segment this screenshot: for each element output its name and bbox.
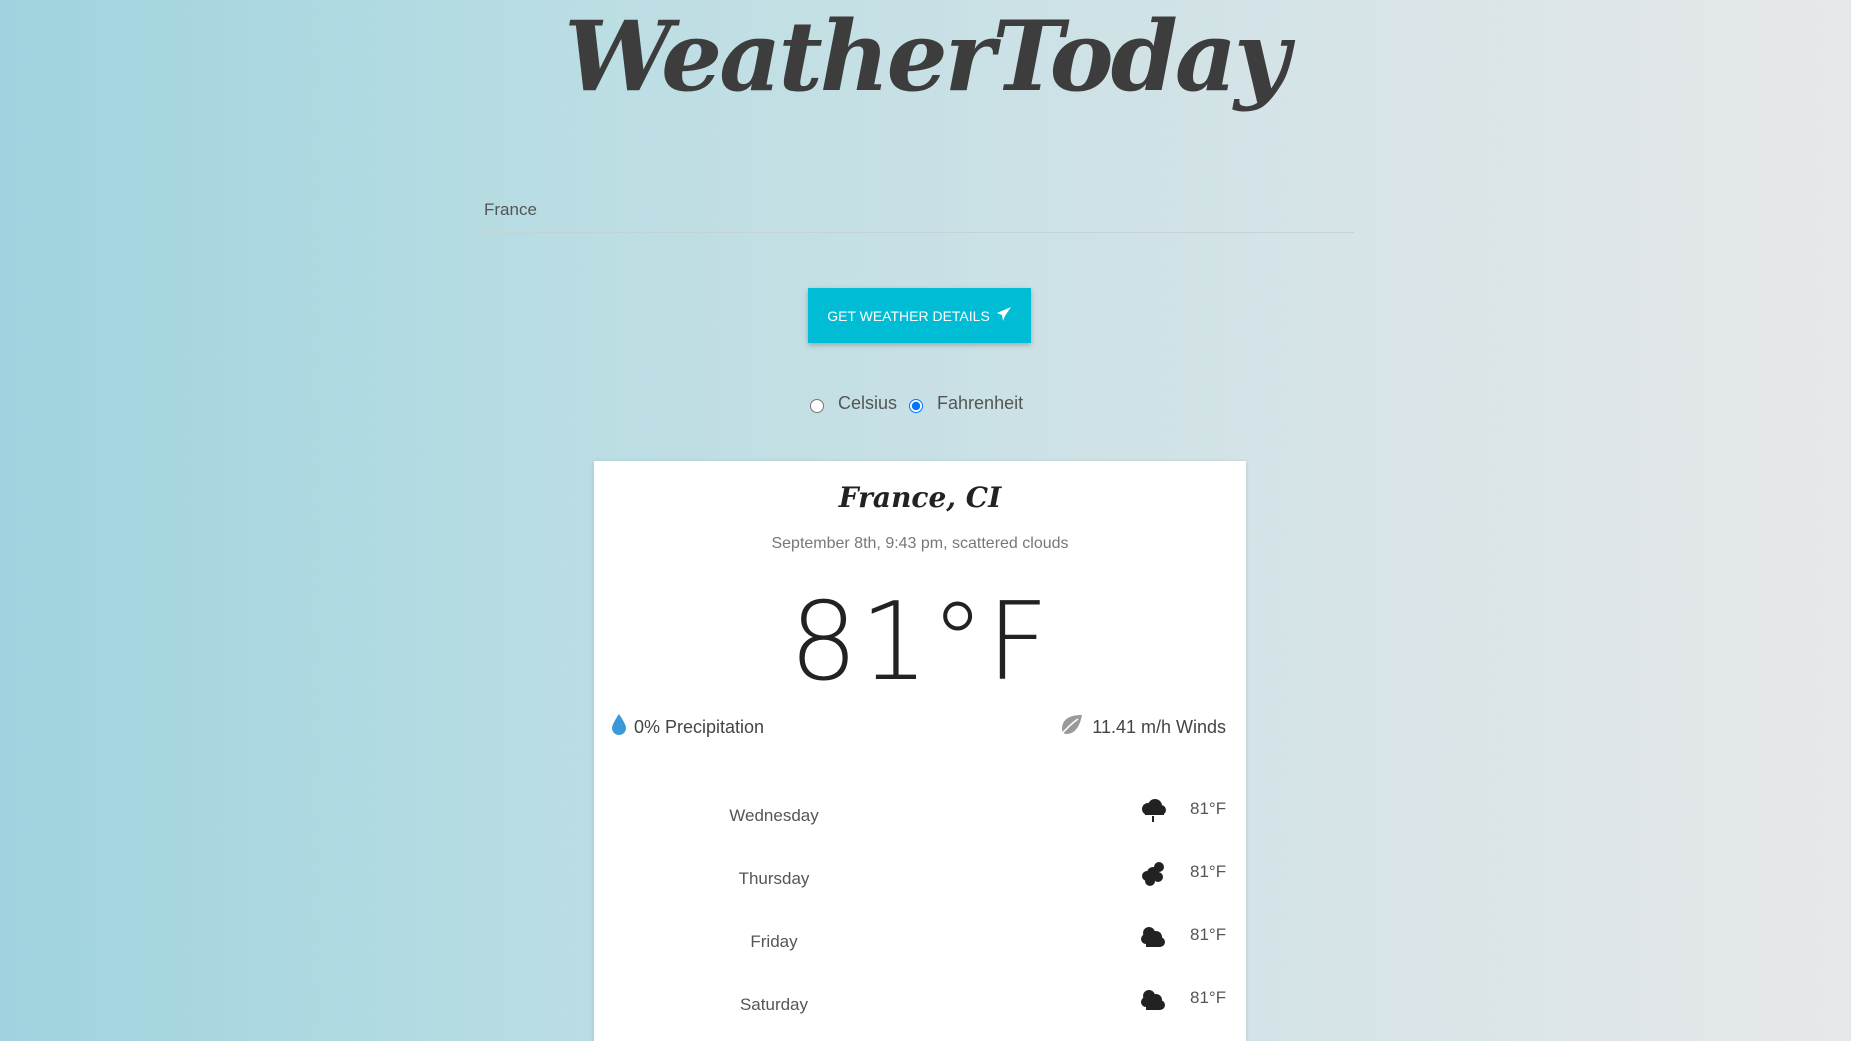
forecast-temp: 81°F: [1190, 988, 1227, 1007]
fahrenheit-radio[interactable]: [909, 399, 924, 413]
winds-text: 11.41 m/h Winds: [1092, 717, 1226, 737]
forecast-temp: 81°F: [1190, 925, 1227, 944]
location-title: France, CI: [838, 481, 1002, 514]
forecast-list: Wednesday 81°F Thursday 81°F Friday 81°F…: [594, 796, 1246, 1041]
celsius-radio[interactable]: [810, 399, 824, 413]
precipitation: 0% Precipitation: [610, 713, 764, 742]
rain-cloud-icon: [1138, 796, 1168, 831]
forecast-day: Thursday: [738, 869, 810, 888]
button-label: GET WEATHER DETAILS: [827, 307, 990, 324]
forecast-row: Wednesday 81°F: [594, 796, 1246, 859]
celsius-label: Celsius: [838, 392, 898, 413]
current-temperature: 81°F: [789, 580, 1051, 705]
weather-card: France, CI September 8th, 9:43 pm, scatt…: [594, 461, 1246, 1041]
celsius-option[interactable]: Celsius: [810, 393, 909, 414]
clouds-icon: [1138, 922, 1168, 957]
forecast-row: Saturday 81°F: [594, 985, 1246, 1041]
unit-selector: Celsius Fahrenheit: [810, 388, 1035, 418]
forecast-temp: 81°F: [1190, 862, 1227, 881]
forecast-row: Thursday 81°F: [594, 859, 1246, 922]
forecast-day: Wednesday: [729, 806, 819, 825]
raindrop-icon: [610, 713, 628, 742]
partly-cloudy-icon: [1138, 859, 1168, 894]
fahrenheit-label: Fahrenheit: [937, 392, 1024, 413]
paper-plane-icon: [996, 306, 1012, 325]
clouds-icon: [1138, 985, 1168, 1020]
forecast-row: Friday 81°F: [594, 922, 1246, 985]
forecast-day: Saturday: [739, 995, 809, 1014]
forecast-temp: 81°F: [1190, 799, 1227, 818]
get-weather-details-button[interactable]: GET WEATHER DETAILS: [808, 288, 1031, 343]
location-input[interactable]: [482, 190, 1354, 230]
app-title: WeatherToday: [564, 0, 1290, 113]
search-field: [482, 190, 1354, 233]
winds: 11.41 m/h Winds: [1058, 713, 1226, 742]
fahrenheit-option[interactable]: Fahrenheit: [909, 393, 1035, 414]
forecast-day: Friday: [750, 932, 798, 951]
weather-description: September 8th, 9:43 pm, scattered clouds: [771, 535, 1069, 552]
leaf-icon: [1058, 713, 1084, 742]
precipitation-text: 0% Precipitation: [634, 717, 765, 737]
